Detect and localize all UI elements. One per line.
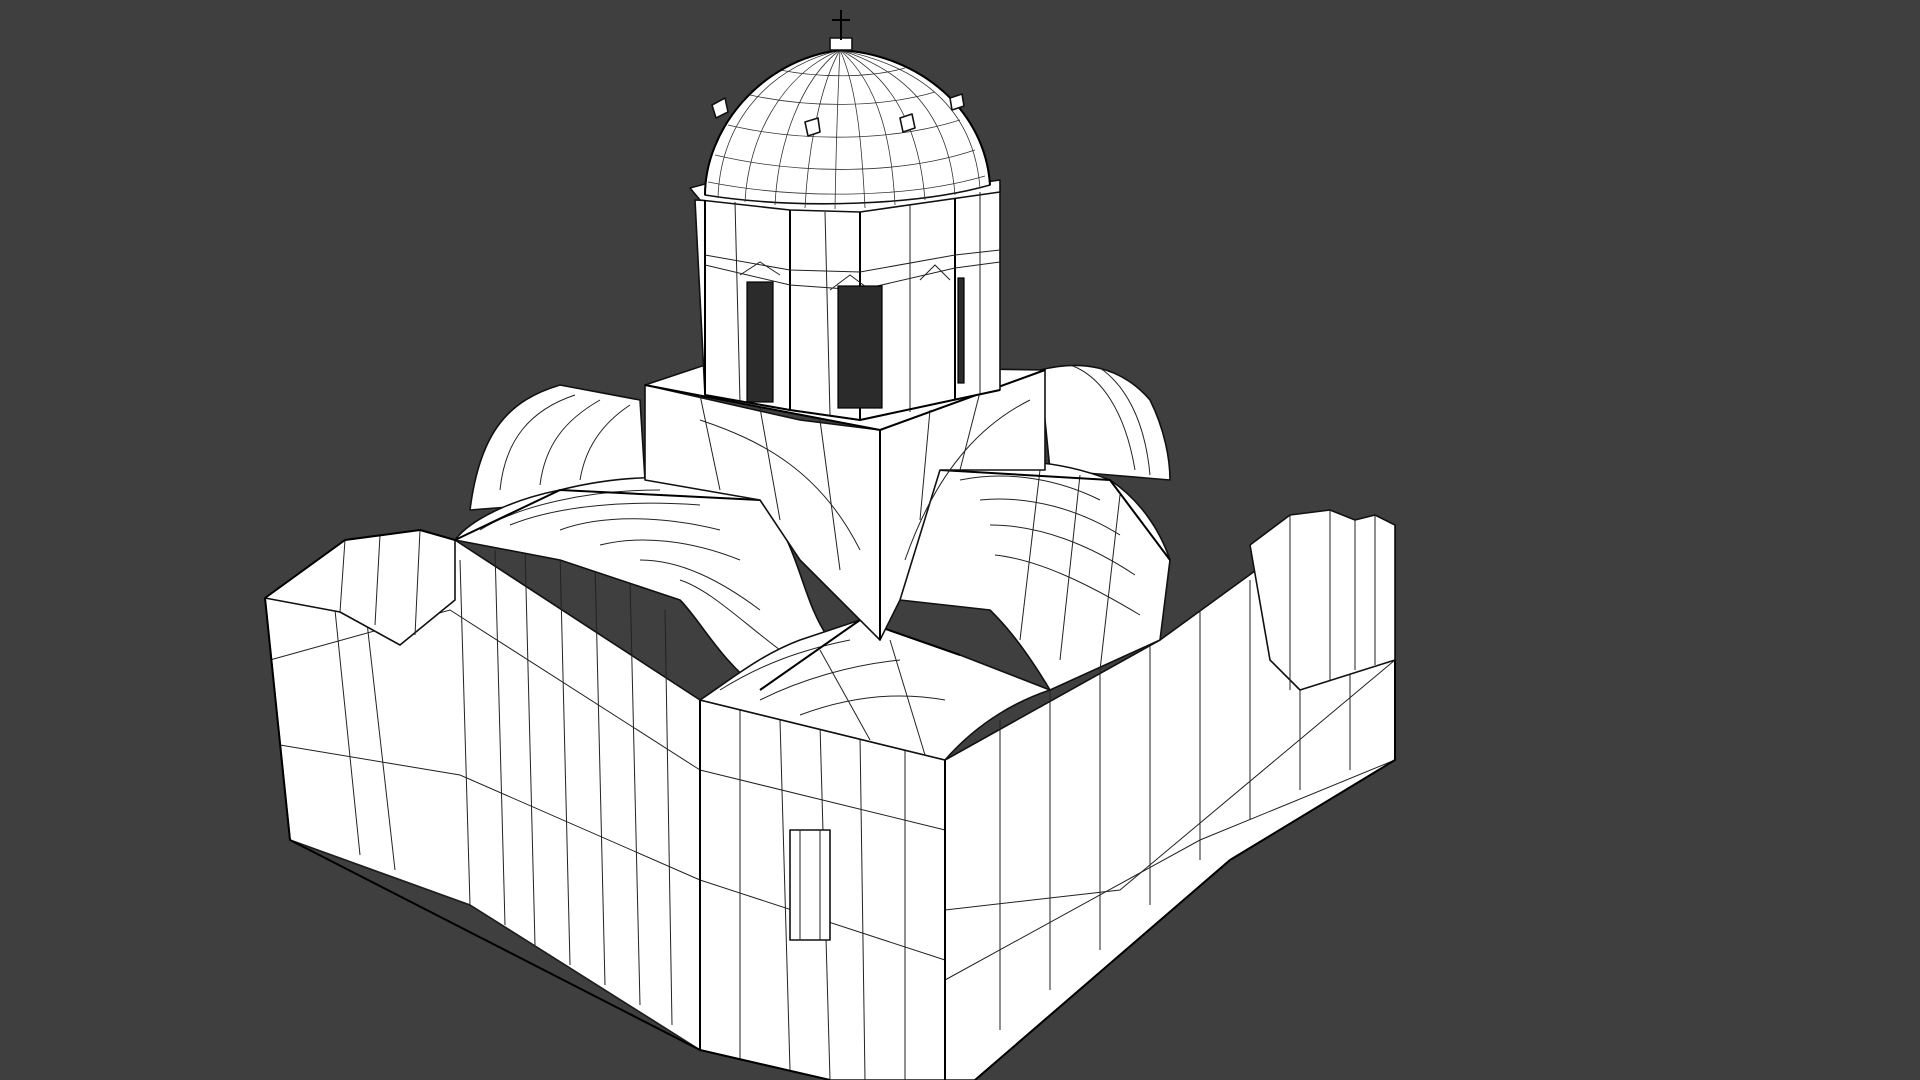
dome-ornament-mid: [804, 117, 821, 137]
front-window-recess: [789, 829, 831, 941]
drum-window-center: [837, 285, 883, 409]
drum-window-right: [957, 277, 965, 384]
dome: [704, 10, 991, 210]
right-back-vault: [1039, 364, 1171, 481]
octagonal-drum: [689, 179, 1001, 421]
church-wireframe-model[interactable]: [0, 0, 1920, 1080]
dome-ornament-right: [899, 113, 916, 133]
dome-ornament-far-right: [949, 93, 965, 111]
3d-viewport[interactable]: [0, 0, 1920, 1080]
drum-window-left: [746, 281, 774, 403]
dome-shell: [704, 49, 991, 205]
dome-ornament-left: [711, 97, 729, 119]
